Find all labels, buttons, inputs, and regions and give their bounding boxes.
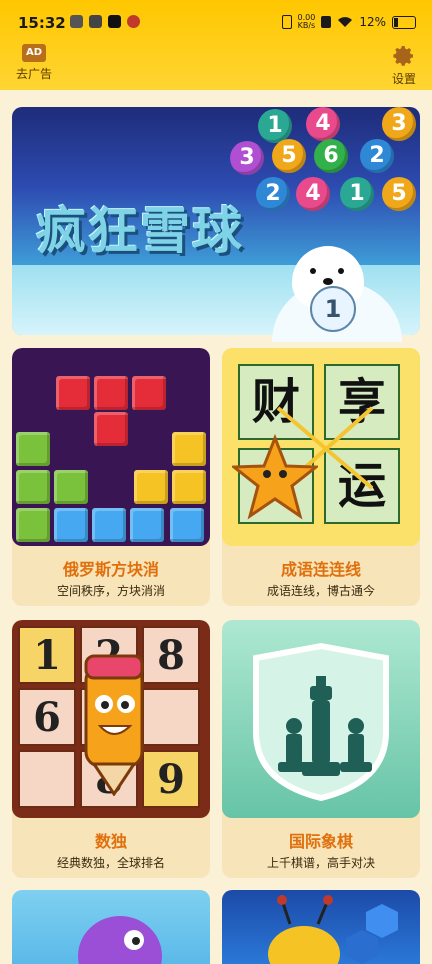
game-title: 成语连连线: [280, 560, 361, 579]
game-card-sudoku[interactable]: 1 2 8 6 8 9 数独 经典数独，全球排名: [12, 620, 210, 878]
battery-icon: [392, 15, 416, 29]
game-subtitle: 空间秩序，方块消消: [56, 584, 165, 598]
tile: [172, 432, 206, 466]
bubble: 5: [382, 177, 416, 211]
game-subtitle: 经典数独，全球排名: [56, 856, 165, 870]
bubble: 1: [340, 177, 374, 211]
settings-label: 设置: [391, 72, 416, 86]
game-card-chess[interactable]: 国际象棋 上千棋谱，高手对决: [222, 620, 420, 878]
game-subtitle: 上千棋谱，高手对决: [266, 856, 375, 870]
tile: [54, 470, 88, 504]
app-header: 15:32 0.00 KB/s 12% AD 去广告 设置: [0, 0, 432, 90]
star-mascot-icon: [232, 434, 318, 520]
purple-monster-icon: [78, 916, 162, 964]
gear-icon: [393, 46, 413, 66]
settings-button[interactable]: 设置: [392, 44, 416, 87]
idiom-art: 财 享 运: [222, 348, 420, 546]
bubble: 6: [314, 139, 348, 173]
game-card-next-right[interactable]: [222, 890, 420, 964]
notification-icons: [70, 15, 140, 28]
status-time: 15:32: [18, 14, 66, 32]
game-card-next-left[interactable]: [12, 890, 210, 964]
mail-icon: [89, 15, 102, 28]
bubble: 3: [382, 107, 416, 141]
bubble: 2: [360, 139, 394, 173]
tile: [16, 470, 50, 504]
game-card-tetris[interactable]: 俄罗斯方块消 空间秩序，方块消消: [12, 348, 210, 606]
remove-ads-label: 去广告: [16, 67, 53, 81]
game-card-idiom-link[interactable]: 财 享 运 成语连连线 成语连线，博古通今: [222, 348, 420, 606]
tiktok-icon: [108, 15, 121, 28]
tile: [94, 376, 128, 410]
remove-ads-button[interactable]: AD 去广告: [16, 44, 52, 82]
game-subtitle: 成语连线，博古通今: [266, 584, 375, 598]
tile: [170, 508, 204, 542]
bubble: 4: [296, 177, 330, 211]
tile-face: [94, 412, 128, 446]
wifi-icon: [338, 17, 353, 27]
tile: [172, 470, 206, 504]
pencil-mascot-icon: [84, 654, 144, 796]
banner-title: 疯狂雪球: [36, 202, 244, 260]
data-icon: [321, 16, 332, 28]
tile: [132, 376, 166, 410]
tile: [134, 470, 168, 504]
chess-shield-icon: [253, 642, 389, 802]
tetris-art: [12, 348, 210, 546]
bear-ball: 1: [310, 286, 356, 332]
net-speed-unit: KB/s: [297, 21, 316, 30]
bubble: 5: [272, 139, 306, 173]
battery-percent: 12%: [359, 15, 386, 29]
chess-art: [222, 620, 420, 818]
weibo-icon: [127, 15, 140, 28]
bubble: 3: [230, 141, 264, 175]
bubble: 4: [306, 107, 340, 141]
game-title: 数独: [94, 832, 127, 851]
sudoku-art: 1 2 8 6 8 9: [12, 620, 210, 818]
bee-hexagon-icon: [268, 895, 398, 964]
bubble: 2: [256, 177, 290, 211]
tile: [92, 508, 126, 542]
ad-icon: AD: [22, 44, 46, 62]
tile: [56, 376, 90, 410]
game-title: 俄罗斯方块消: [62, 560, 159, 579]
network-speed: 0.00 KB/s: [298, 14, 316, 30]
system-status: 0.00 KB/s 12%: [281, 14, 416, 30]
app-notification-icon: [70, 15, 83, 28]
tile: [16, 432, 50, 466]
vibrate-icon: [281, 15, 292, 29]
tile: [16, 508, 50, 542]
tile: [54, 508, 88, 542]
tile: [130, 508, 164, 542]
game-title: 国际象棋: [288, 832, 353, 851]
bubble: 1: [258, 109, 292, 143]
